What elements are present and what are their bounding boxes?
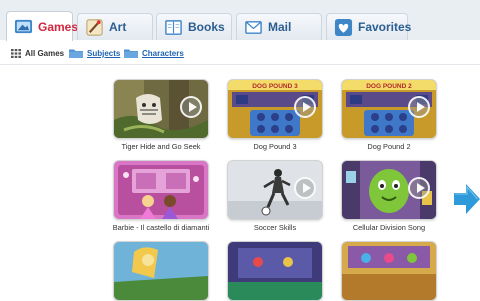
game-title: Dog Pound 2 bbox=[367, 142, 411, 151]
game-thumbnail bbox=[227, 160, 323, 220]
game-thumbnail-art bbox=[342, 242, 436, 300]
game-title: Barbie - Il castello di diamanti bbox=[112, 223, 210, 232]
subjects-label: Subjects bbox=[87, 48, 121, 58]
tab-favorites-label: Favorites bbox=[358, 20, 412, 34]
play-icon bbox=[408, 96, 430, 118]
all-games-label: All Games bbox=[25, 48, 65, 58]
tab-games-label: Games bbox=[38, 19, 79, 34]
dog-pound-3-banner: DOG POUND 3 bbox=[252, 83, 298, 90]
play-icon bbox=[294, 177, 316, 199]
tab-favorites[interactable]: Favorites bbox=[326, 13, 412, 40]
grid-icon bbox=[11, 48, 21, 58]
game-thumbnail bbox=[113, 79, 209, 139]
play-icon bbox=[180, 96, 202, 118]
all-games-link[interactable]: All Games bbox=[11, 47, 64, 59]
mail-icon bbox=[245, 20, 262, 34]
tab-books-label: Books bbox=[188, 20, 225, 34]
game-thumbnail bbox=[227, 241, 323, 301]
game-thumbnail: DOG POUND 3 bbox=[227, 79, 323, 139]
barbie-thumbnail-art bbox=[114, 161, 208, 219]
game-title: Dog Pound 3 bbox=[253, 142, 297, 151]
game-thumbnail bbox=[341, 160, 437, 220]
heart-icon bbox=[334, 18, 353, 36]
tab-bar: Games Art Books Mail Favorites bbox=[0, 0, 480, 41]
play-icon bbox=[408, 177, 430, 199]
game-title: Cellular Division Song bbox=[352, 223, 426, 232]
game-title: Soccer Skills bbox=[253, 223, 297, 232]
game-thumbnail bbox=[113, 160, 209, 220]
game-thumbnail bbox=[341, 241, 437, 301]
play-icon bbox=[294, 96, 316, 118]
tab-games[interactable]: Games bbox=[6, 11, 78, 41]
game-title: Tiger Hide and Go Seek bbox=[121, 142, 201, 151]
subjects-link[interactable]: Subjects bbox=[69, 47, 120, 59]
folder-icon bbox=[69, 49, 83, 58]
game-thumbnail bbox=[113, 241, 209, 301]
game-thumbnail-art bbox=[228, 242, 322, 300]
palette-icon bbox=[86, 18, 103, 36]
book-icon bbox=[165, 19, 182, 35]
game-thumbnail-art bbox=[114, 242, 208, 300]
dog-pound-2-banner: DOG POUND 2 bbox=[366, 83, 412, 90]
game-thumbnail: DOG POUND 2 bbox=[341, 79, 437, 139]
tab-mail[interactable]: Mail bbox=[236, 13, 322, 40]
characters-link[interactable]: Characters bbox=[124, 47, 184, 59]
tab-art-label: Art bbox=[109, 20, 127, 34]
games-icon bbox=[14, 19, 33, 34]
tab-books[interactable]: Books bbox=[156, 13, 232, 40]
characters-label: Characters bbox=[142, 48, 184, 58]
folder-icon bbox=[124, 49, 138, 58]
tab-mail-label: Mail bbox=[268, 20, 292, 34]
sub-navigation: All Games Subjects Characters bbox=[0, 42, 480, 65]
arrow-right-icon[interactable] bbox=[454, 182, 480, 216]
tab-art[interactable]: Art bbox=[77, 13, 153, 40]
